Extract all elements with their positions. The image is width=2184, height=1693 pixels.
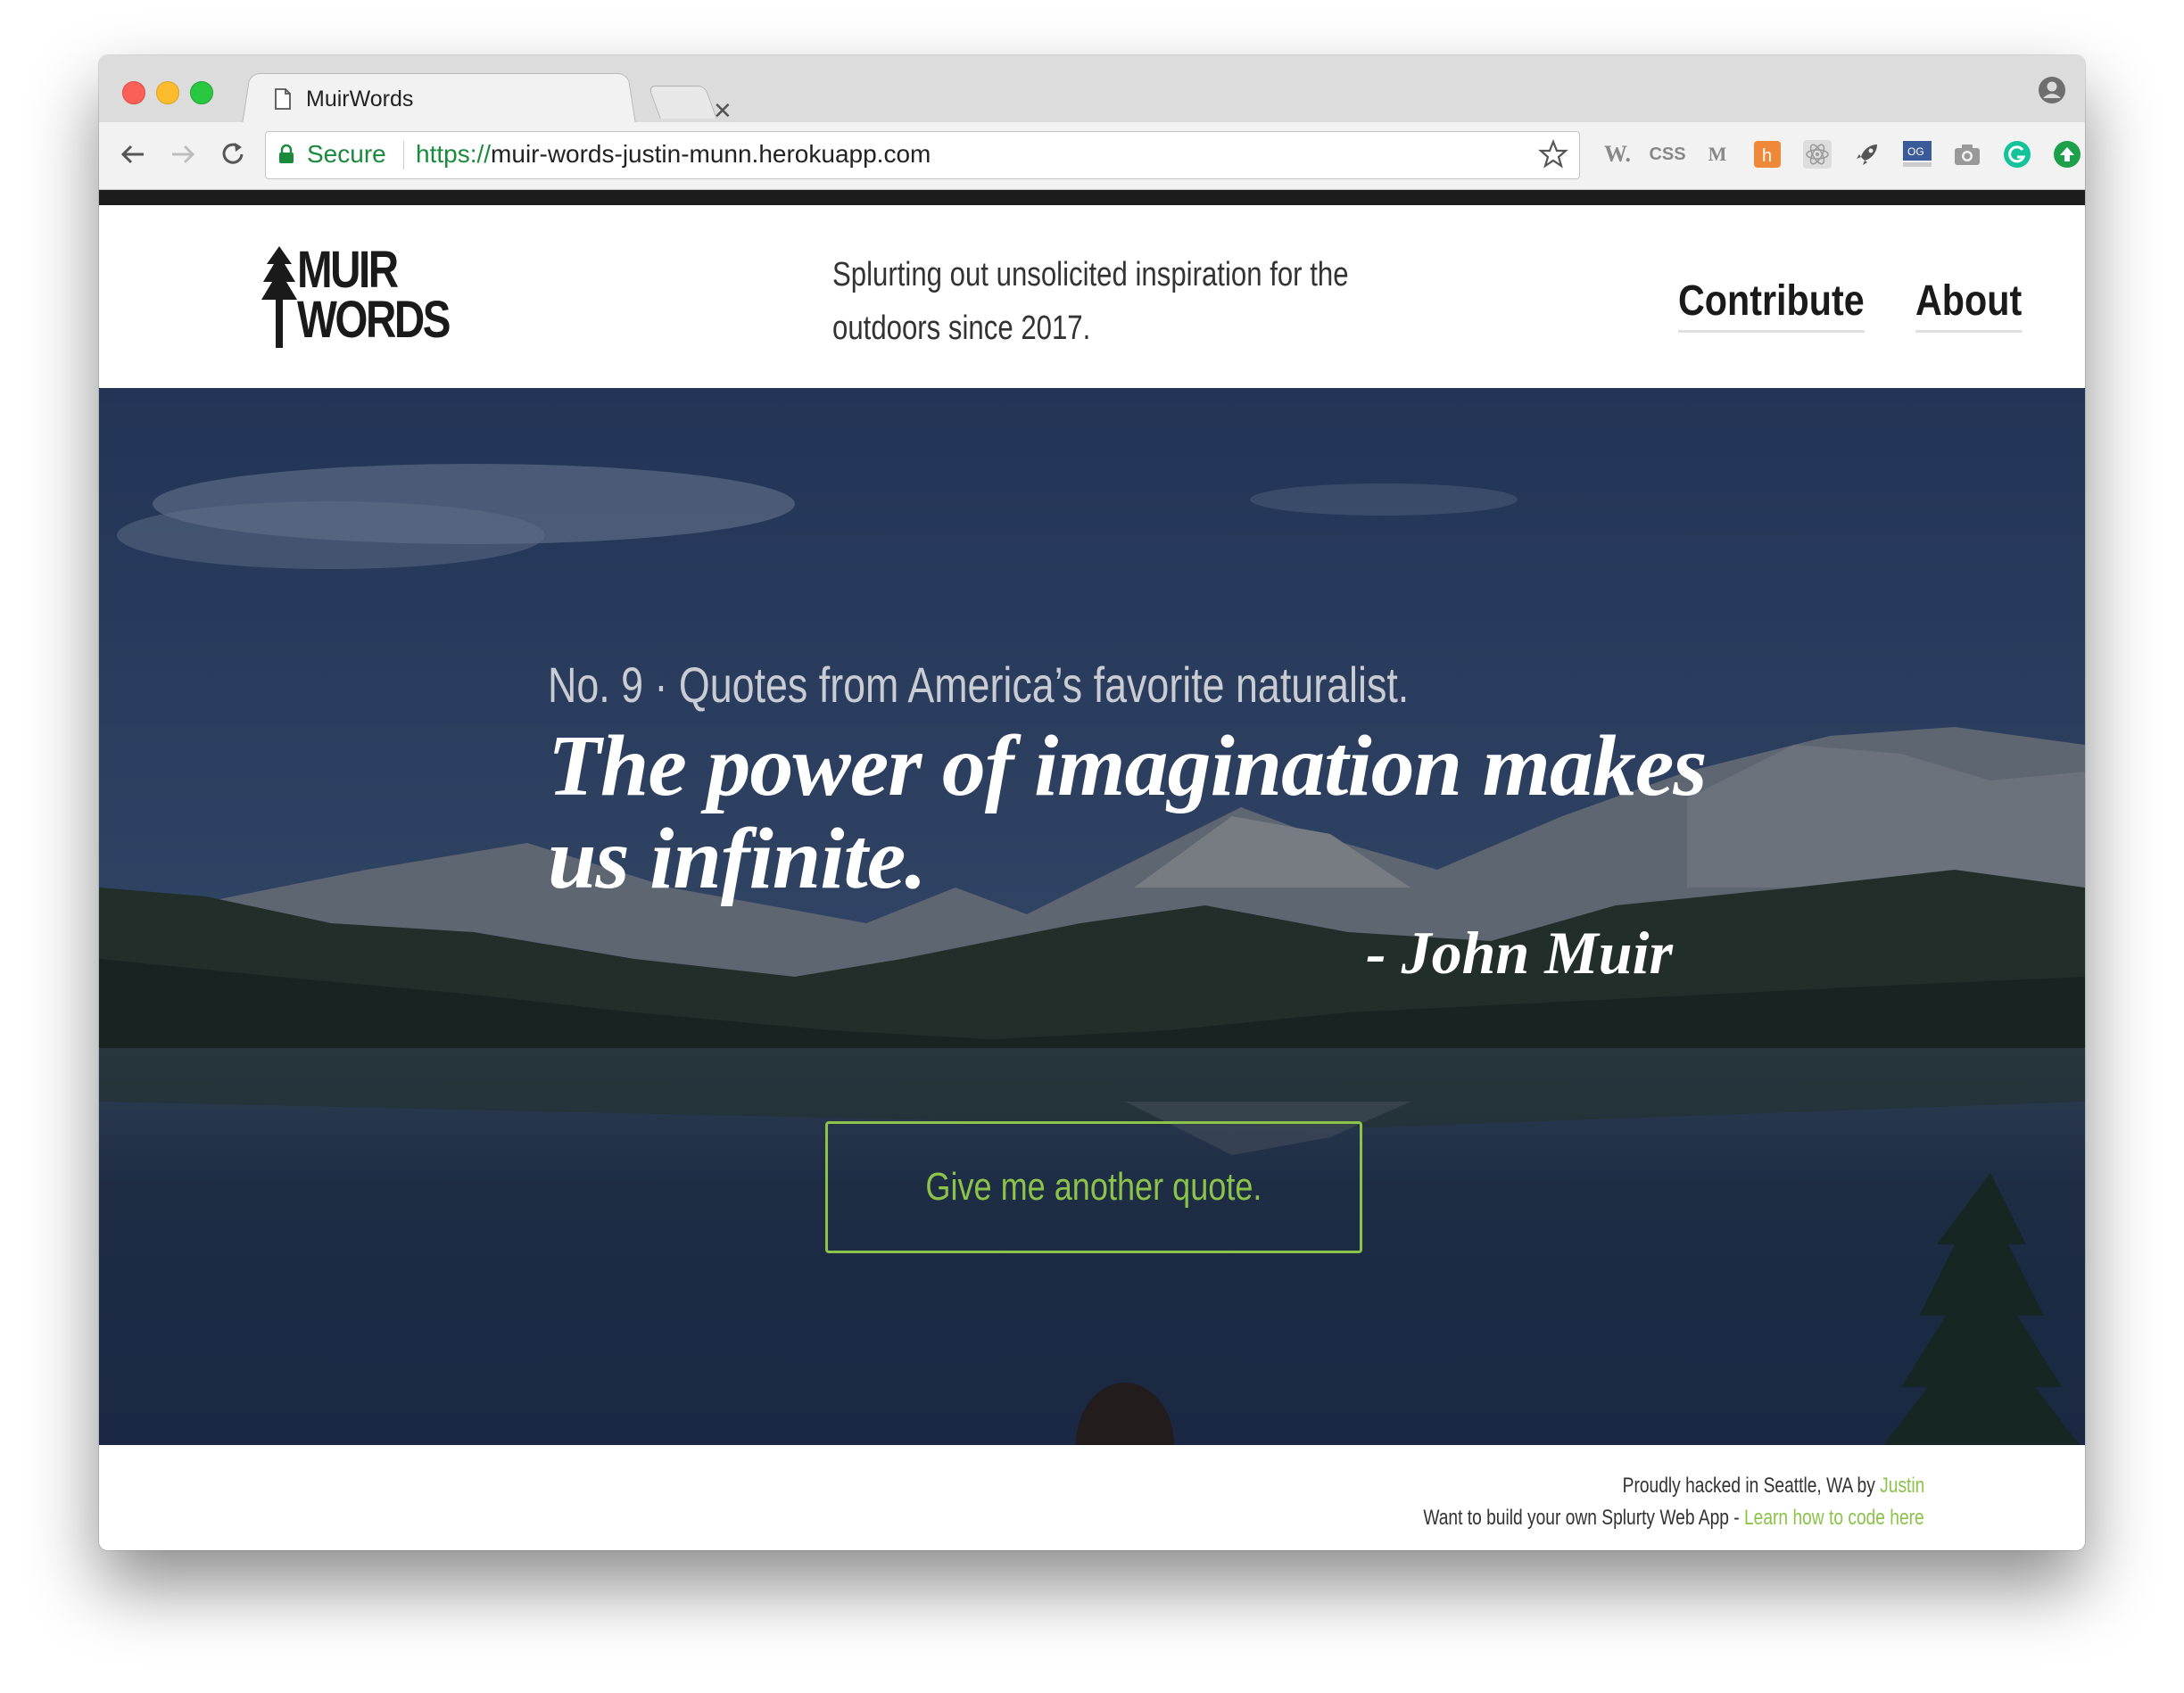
quote-author: - John Muir (1366, 919, 1673, 987)
svg-text:OG: OG (1907, 145, 1924, 158)
footer-learn-link[interactable]: Learn how to code here (1744, 1506, 1924, 1530)
logo-line-2: WORDS (297, 291, 451, 349)
logo-line-1: MUIR (297, 241, 399, 299)
another-quote-label: Give me another quote. (925, 1165, 1262, 1209)
site-footer: Proudly hacked in Seattle, WA by Justin … (99, 1445, 2085, 1550)
address-separator (403, 141, 404, 169)
tab-muirwords[interactable]: MuirWords ✕ (260, 70, 732, 122)
svg-text:h: h (1762, 146, 1772, 166)
url-host: muir-words-justin-munn.herokuapp.com (491, 140, 931, 168)
another-quote-button[interactable]: Give me another quote. (825, 1121, 1362, 1253)
new-tab-button[interactable] (648, 86, 717, 119)
close-window-button[interactable] (122, 81, 145, 104)
upload-icon (2054, 141, 2081, 168)
h-icon: h (1754, 141, 1781, 168)
back-arrow-icon[interactable] (117, 138, 149, 170)
lock-icon (279, 145, 294, 163)
pine-tree-icon (261, 246, 297, 348)
browser-window: MuirWords ✕ Secure https://muir-words-ju… (99, 55, 2085, 1550)
quote-subhead: No. 9 · Quotes from America’s favorite n… (548, 657, 1410, 713)
rocket-icon (1857, 145, 1877, 165)
react-icon (1803, 140, 1832, 169)
url-text: https://muir-words-justin-munn.herokuapp… (416, 140, 931, 169)
ext-css-icon[interactable]: CSS (1649, 138, 1685, 170)
footer-learn-text: Want to build your own Splurty Web App - (1423, 1506, 1745, 1530)
nav-about-link[interactable]: About (1915, 277, 2023, 333)
bookmark-star-icon[interactable] (1538, 139, 1568, 169)
nav-contribute-link[interactable]: Contribute (1678, 277, 1865, 333)
reload-icon[interactable] (217, 138, 249, 170)
secure-label: Secure (307, 140, 386, 168)
hero-section: No. 9 · Quotes from America’s favorite n… (99, 388, 2085, 1445)
ext-h-icon[interactable]: h (1751, 138, 1783, 170)
lake-mountain-background (99, 388, 2085, 1445)
page: MUIR WORDS Splurting out unsolicited ins… (99, 205, 2085, 1550)
zoom-window-button[interactable] (190, 81, 213, 104)
ext-react-icon[interactable] (1801, 138, 1833, 170)
grammarly-icon (2004, 141, 2031, 168)
page-icon (275, 88, 291, 110)
footer-learn: Want to build your own Splurty Web App -… (1424, 1506, 1924, 1531)
forward-arrow-icon[interactable] (167, 138, 199, 170)
ext-camera-icon[interactable] (1951, 138, 1983, 170)
site-top-bar (99, 190, 2085, 205)
footer-justin-link[interactable]: Justin (1880, 1474, 1924, 1498)
close-tab-icon[interactable]: ✕ (713, 99, 732, 122)
footer-credit: Proudly hacked in Seattle, WA by Justin (1622, 1474, 1924, 1499)
footer-credit-text: Proudly hacked in Seattle, WA by (1622, 1474, 1880, 1498)
tab-strip: MuirWords ✕ (99, 55, 2085, 125)
camera-icon (1955, 145, 1980, 165)
ext-og-icon[interactable]: OG (1901, 138, 1933, 170)
browser-toolbar: Secure https://muir-words-justin-munn.he… (99, 122, 2085, 190)
quote-text: The power of imagination makes us infini… (548, 718, 1708, 907)
ext-m-icon[interactable]: M (1701, 138, 1733, 170)
url-scheme: https:// (416, 140, 492, 168)
site-header: MUIR WORDS Splurting out unsolicited ins… (99, 205, 2085, 389)
site-tagline: Splurting out unsolicited inspiration fo… (832, 256, 1349, 347)
minimize-window-button[interactable] (156, 81, 179, 104)
ext-grammarly-icon[interactable] (2001, 138, 2033, 170)
profile-icon[interactable] (2037, 75, 2067, 105)
address-bar[interactable]: Secure https://muir-words-justin-munn.he… (265, 131, 1580, 179)
ext-w-icon[interactable]: W. (1601, 138, 1634, 170)
ext-rocket-icon[interactable] (1851, 138, 1883, 170)
og-icon: OG (1903, 141, 1932, 167)
tab-title: MuirWords (306, 87, 414, 111)
ext-upload-icon[interactable] (2051, 138, 2083, 170)
muirwords-logo[interactable]: MUIR WORDS (260, 241, 451, 350)
